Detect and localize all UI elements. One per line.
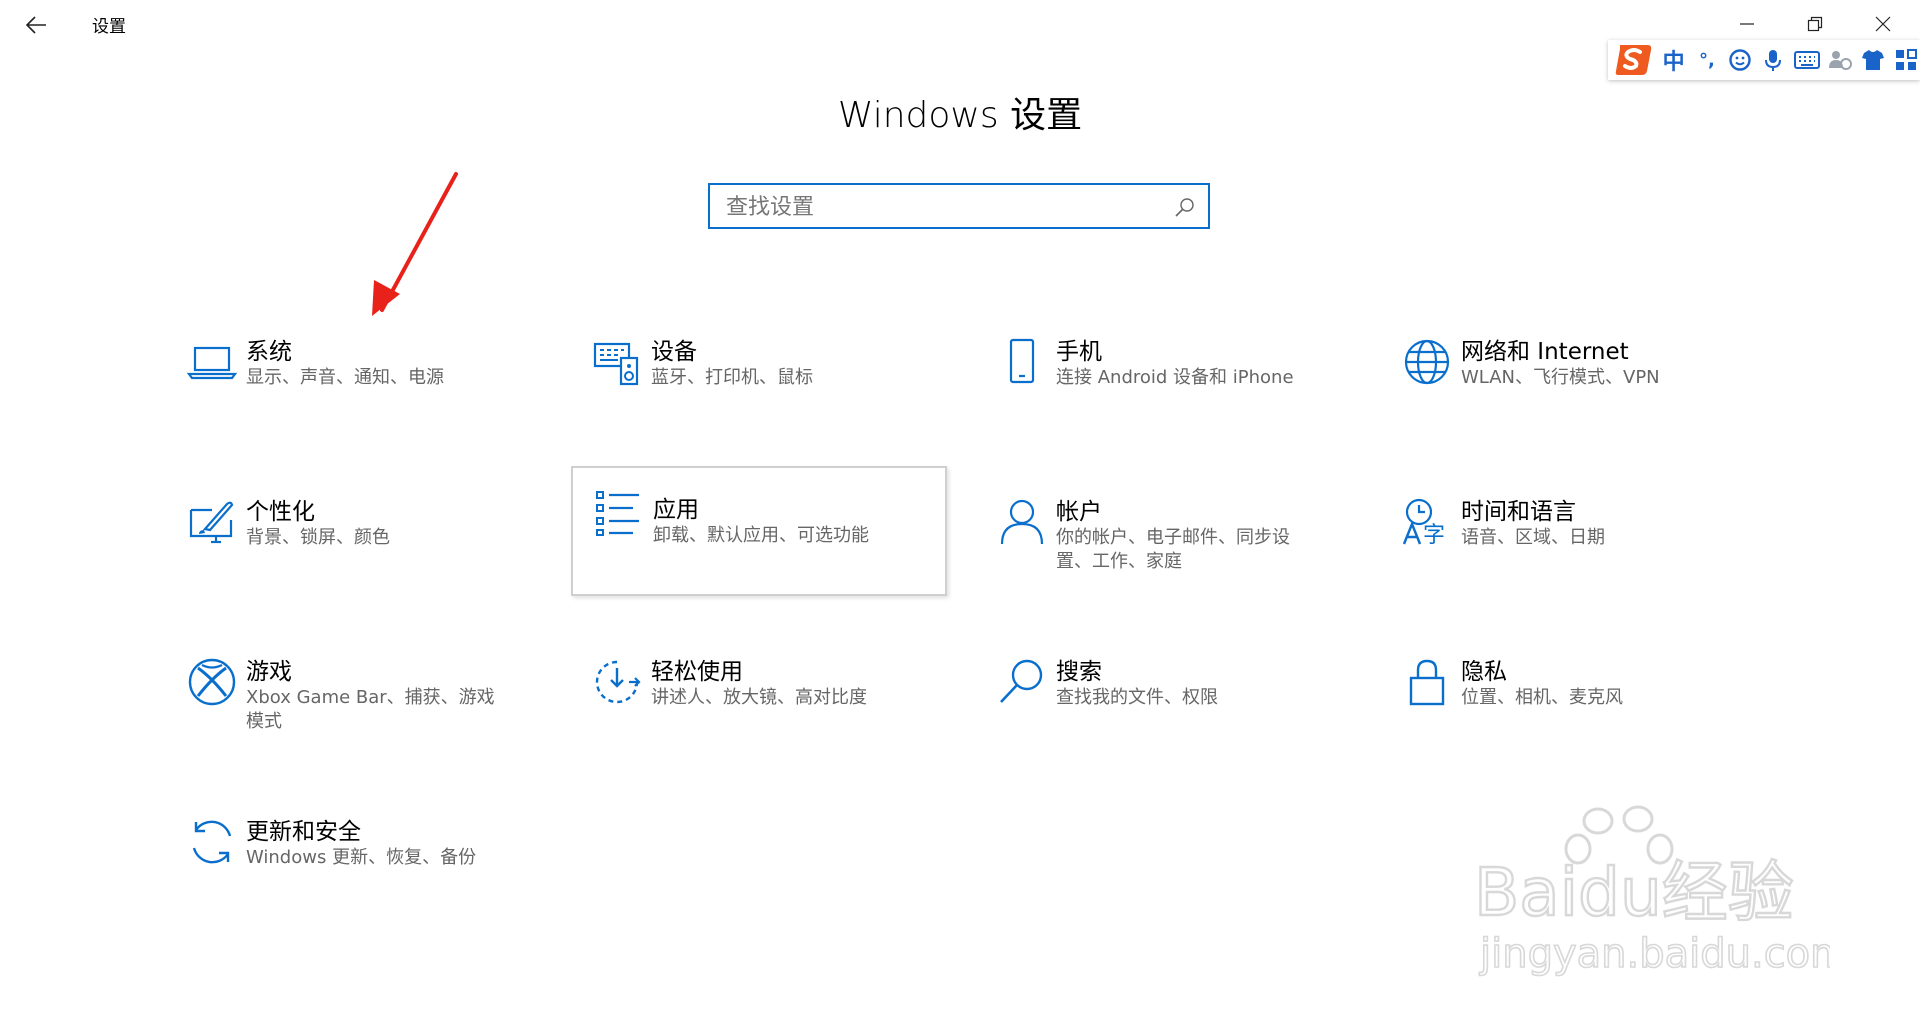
search-box[interactable] [708,183,1210,229]
phone-icon [996,336,1048,388]
keyboard-icon[interactable] [1793,46,1820,74]
sogou-logo-icon[interactable] [1614,41,1654,79]
tile-title: 应用 [653,497,699,523]
tile-accounts[interactable]: 帐户 你的帐户、电子邮件、同步设置、工作、家庭 [976,478,1352,608]
tile-system[interactable]: 系统 显示、声音、通知、电源 [166,318,542,448]
tile-description: 显示、声音、通知、电源 [246,367,444,388]
apps-list-icon [593,486,645,538]
close-button[interactable] [1856,6,1910,42]
tile-title: 游戏 [246,659,292,685]
window-title: 设置 [92,17,126,37]
tile-apps[interactable]: 应用 卸载、默认应用、可选功能 [571,466,947,596]
update-icon [186,816,238,868]
back-button[interactable] [20,8,54,42]
search-input[interactable] [724,191,1158,223]
emoji-icon[interactable] [1727,46,1754,74]
devices-icon [591,336,643,388]
globe-icon [1401,336,1453,388]
minimize-icon [1740,23,1754,25]
person-icon [996,496,1048,548]
tile-description: 讲述人、放大镜、高对比度 [651,687,867,708]
baidu-watermark: Baidu经验 jingyan.baidu.com [1473,805,1830,978]
xbox-icon [186,656,238,708]
tile-description: 蓝牙、打印机、鼠标 [651,367,813,388]
tile-title: 网络和 Internet [1461,339,1629,365]
tile-description: WLAN、飞行模式、VPN [1461,367,1660,388]
tile-devices[interactable]: 设备 蓝牙、打印机、鼠标 [571,318,947,448]
personalization-icon [186,496,238,548]
tile-title: 隐私 [1461,659,1507,685]
tile-title: 时间和语言 [1461,499,1576,525]
tile-title: 手机 [1056,339,1102,365]
tile-title: 设备 [651,339,697,365]
tile-description: Windows 更新、恢复、备份 [246,847,477,868]
tile-search[interactable]: 搜索 查找我的文件、权限 [976,638,1352,768]
close-icon [1875,16,1891,32]
tile-privacy[interactable]: 隐私 位置、相机、麦克风 [1381,638,1757,768]
user-skin-icon[interactable] [1826,46,1853,74]
tile-description: 连接 Android 设备和 iPhone [1056,367,1294,388]
page-title: Windows 设置 [837,95,1083,136]
red-annotation-arrow [372,172,458,316]
restore-button[interactable] [1788,6,1842,42]
tile-network[interactable]: 网络和 Internet WLAN、飞行模式、VPN [1381,318,1757,448]
back-arrow-icon [25,16,46,34]
laptop-icon [186,336,238,388]
tile-title: 轻松使用 [651,659,743,685]
tile-title: 系统 [246,339,292,365]
tile-time-language[interactable]: 字 时间和语言 语音、区域、日期 [1381,478,1757,608]
tile-description: 查找我的文件、权限 [1056,687,1218,708]
tile-description: 背景、锁屏、颜色 [246,527,390,548]
tshirt-skin-icon[interactable] [1860,46,1887,74]
tile-gaming[interactable]: 游戏 Xbox Game Bar、捕获、游戏模式 [166,638,542,768]
ime-chinese-mode[interactable]: 中 [1660,46,1687,75]
tile-description: 你的帐户、电子邮件、同步设置、工作、家庭 [1056,527,1290,572]
toolbox-grid-icon[interactable] [1893,46,1920,74]
watermark-url: jingyan.baidu.com [1479,931,1830,977]
restore-icon [1807,16,1823,32]
tile-personalization[interactable]: 个性化 背景、锁屏、颜色 [166,478,542,608]
tile-description: Xbox Game Bar、捕获、游戏模式 [246,687,495,732]
time-language-icon: 字 [1401,496,1453,548]
svg-text:字: 字 [1423,523,1445,548]
tile-update-security[interactable]: 更新和安全 Windows 更新、恢复、备份 [166,798,542,928]
microphone-icon[interactable] [1760,46,1787,74]
lock-icon [1401,656,1453,708]
tile-ease-of-access[interactable]: 轻松使用 讲述人、放大镜、高对比度 [571,638,947,768]
tile-phone[interactable]: 手机 连接 Android 设备和 iPhone [976,318,1352,448]
tile-description: 位置、相机、麦克风 [1461,687,1623,708]
tile-title: 个性化 [246,499,315,525]
ease-of-access-icon [591,656,643,708]
tile-title: 搜索 [1056,659,1102,685]
minimize-button[interactable] [1720,6,1774,42]
search-icon [996,656,1048,708]
watermark-text: Baidu经验 [1474,854,1794,931]
ime-toolbar: 中 °, [1608,40,1920,80]
tile-description: 语音、区域、日期 [1461,527,1605,548]
search-magnifier-icon[interactable] [1174,196,1196,218]
ime-punctuation-mode[interactable]: °, [1693,46,1720,74]
tile-title: 帐户 [1056,499,1102,525]
tile-title: 更新和安全 [246,819,361,845]
tile-description: 卸载、默认应用、可选功能 [653,525,869,546]
